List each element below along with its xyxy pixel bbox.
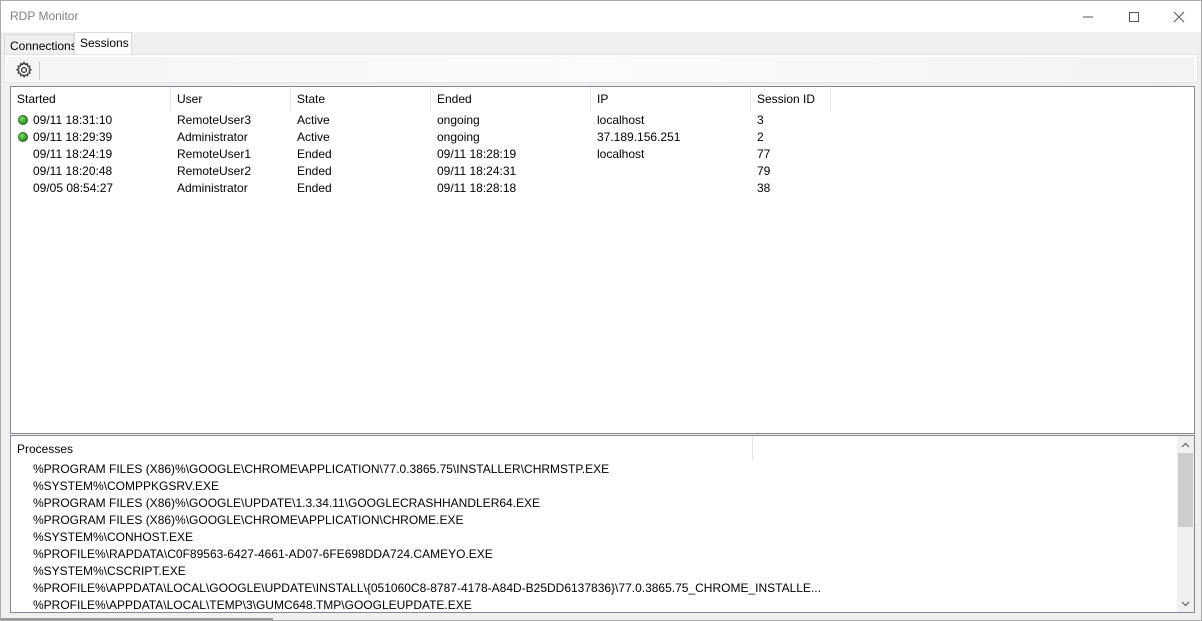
cell-state: Active	[297, 130, 330, 144]
cell-user: RemoteUser3	[177, 113, 252, 127]
list-item[interactable]: %PROFILE%\APPDATA\LOCAL\TEMP\3\GUMC648.T…	[33, 598, 472, 615]
scroll-down-button[interactable]	[1177, 595, 1194, 612]
cell-ended: 09/11 18:24:31	[437, 164, 517, 178]
table-row[interactable]: 09/05 08:54:27 Administrator Ended 09/11…	[11, 180, 1194, 197]
list-item[interactable]: %SYSTEM%\CONHOST.EXE	[33, 530, 193, 547]
toolbar-separator	[39, 62, 40, 80]
close-icon	[1173, 11, 1185, 22]
cell-ended: ongoing	[437, 113, 480, 127]
chevron-up-icon	[1181, 442, 1190, 447]
column-header-ip[interactable]: IP	[591, 87, 751, 111]
maximize-button[interactable]	[1111, 1, 1157, 32]
settings-button[interactable]	[13, 59, 35, 81]
close-button[interactable]	[1156, 1, 1202, 32]
gear-icon	[15, 61, 33, 78]
status-bar-indicator	[1, 618, 273, 620]
list-item[interactable]: %PROGRAM FILES (X86)%\GOOGLE\CHROME\APPL…	[33, 513, 464, 530]
chevron-down-icon	[1181, 601, 1190, 606]
cell-started: 09/11 18:31:10	[33, 113, 113, 127]
cell-session-id: 77	[757, 147, 771, 161]
tab-sessions[interactable]: Sessions	[74, 32, 132, 54]
list-item[interactable]: %PROFILE%\RAPDATA\C0F89563-6427-4661-AD0…	[33, 547, 493, 564]
toolbar-background	[7, 57, 1195, 81]
minimize-icon	[1083, 16, 1093, 17]
cell-started: 09/11 18:24:19	[33, 147, 113, 161]
column-header-user[interactable]: User	[171, 87, 291, 111]
active-status-icon	[18, 132, 28, 142]
processes-list[interactable]: Processes %PROGRAM FILES (X86)%\GOOGLE\C…	[10, 435, 1195, 613]
window-title: RDP Monitor	[10, 9, 79, 23]
active-status-icon	[18, 115, 28, 125]
sessions-column-headers: Started User State Ended IP Session ID	[11, 87, 1194, 111]
list-item[interactable]: %SYSTEM%\COMPPKGSRV.EXE	[33, 479, 219, 496]
cell-started: 09/05 08:54:27	[33, 181, 114, 195]
column-header-processes[interactable]: Processes	[11, 436, 753, 460]
table-row[interactable]: 09/11 18:24:19 RemoteUser1 Ended 09/11 1…	[11, 146, 1194, 163]
column-header-session-id[interactable]: Session ID	[751, 87, 831, 111]
cell-session-id: 2	[757, 130, 764, 144]
cell-started: 09/11 18:20:48	[33, 164, 113, 178]
scrollbar-thumb[interactable]	[1178, 453, 1193, 527]
cell-ip: 37.189.156.251	[597, 130, 681, 144]
table-row[interactable]: 09/11 18:20:48 RemoteUser2 Ended 09/11 1…	[11, 163, 1194, 180]
table-row[interactable]: 09/11 18:31:10 RemoteUser3 Active ongoin…	[11, 112, 1194, 129]
column-header-state[interactable]: State	[291, 87, 431, 111]
list-item[interactable]: %PROGRAM FILES (X86)%\GOOGLE\UPDATE\1.3.…	[33, 496, 540, 513]
vertical-scrollbar[interactable]	[1177, 436, 1194, 612]
cell-session-id: 38	[757, 181, 771, 195]
cell-state: Active	[297, 113, 330, 127]
cell-user: Administrator	[177, 181, 248, 195]
app-window: RDP Monitor Connections Sessions Started…	[0, 0, 1202, 621]
scroll-up-button[interactable]	[1177, 436, 1194, 453]
cell-session-id: 3	[757, 113, 764, 127]
list-item[interactable]: %PROFILE%\APPDATA\LOCAL\GOOGLE\UPDATE\IN…	[33, 581, 821, 598]
cell-state: Ended	[297, 147, 332, 161]
cell-session-id: 79	[757, 164, 771, 178]
column-header-started[interactable]: Started	[11, 87, 171, 111]
cell-ended: 09/11 18:28:19	[437, 147, 517, 161]
cell-started: 09/11 18:29:39	[33, 130, 113, 144]
cell-ip: localhost	[597, 113, 645, 127]
list-item[interactable]: %SYSTEM%\CSCRIPT.EXE	[33, 564, 186, 581]
toolbar	[4, 54, 1198, 83]
table-row[interactable]: 09/11 18:29:39 Administrator Active ongo…	[11, 129, 1194, 146]
maximize-icon	[1129, 11, 1139, 22]
cell-state: Ended	[297, 181, 332, 195]
sessions-list[interactable]: Started User State Ended IP Session ID 0…	[10, 86, 1195, 434]
cell-user: RemoteUser1	[177, 147, 252, 161]
cell-ip: localhost	[597, 147, 645, 161]
cell-user: Administrator	[177, 130, 248, 144]
cell-ended: 09/11 18:28:18	[437, 181, 517, 195]
cell-ended: ongoing	[437, 130, 480, 144]
column-header-ended[interactable]: Ended	[431, 87, 591, 111]
cell-user: RemoteUser2	[177, 164, 252, 178]
list-item[interactable]: %PROGRAM FILES (X86)%\GOOGLE\CHROME\APPL…	[33, 462, 609, 479]
title-bar[interactable]: RDP Monitor	[1, 1, 1201, 32]
tab-connections[interactable]: Connections	[4, 34, 77, 54]
minimize-button[interactable]	[1065, 1, 1111, 32]
cell-state: Ended	[297, 164, 332, 178]
